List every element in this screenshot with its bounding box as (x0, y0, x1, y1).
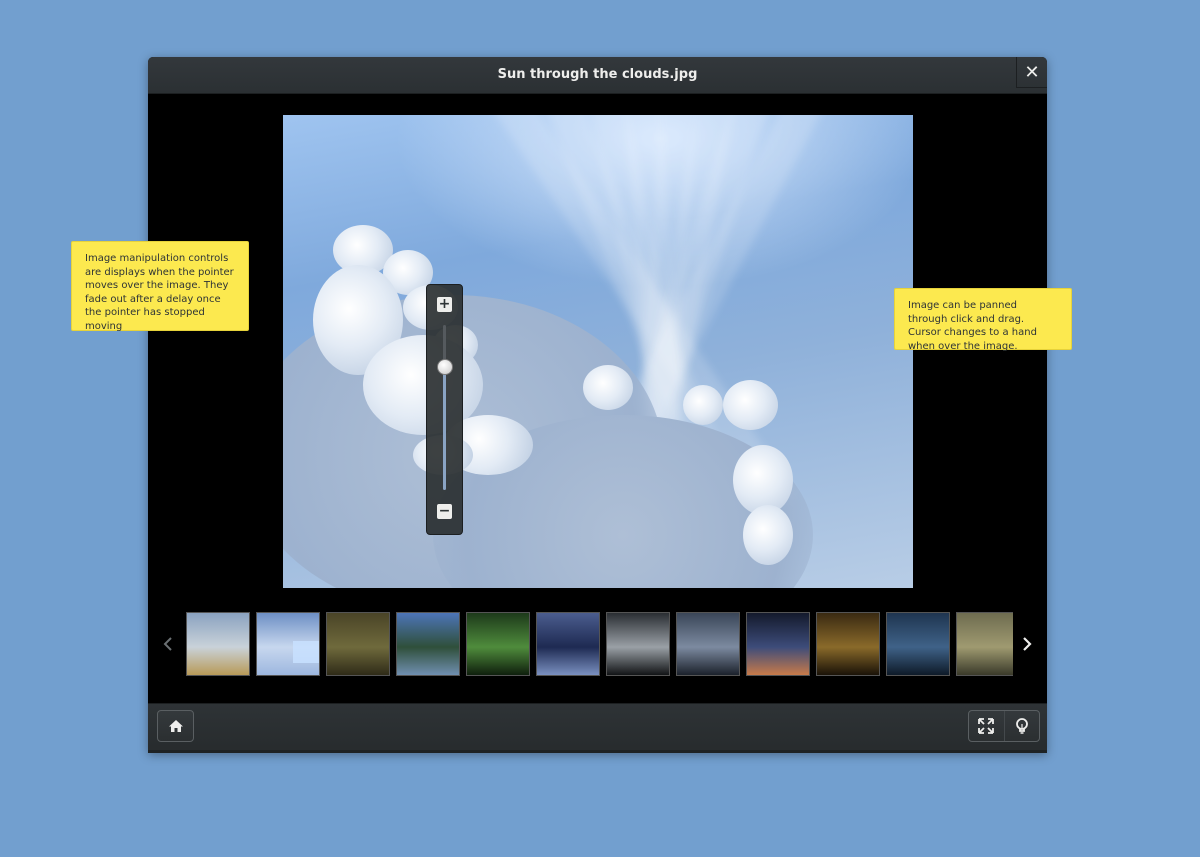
thumbnail-item[interactable] (746, 612, 810, 676)
titlebar: Sun through the clouds.jpg ✕ (148, 57, 1047, 94)
cloud (743, 505, 793, 565)
window-title: Sun through the clouds.jpg (497, 67, 698, 82)
chevron-right-icon (1023, 637, 1032, 651)
zoom-in-button[interactable]: + (437, 297, 452, 312)
view-controls (968, 710, 1040, 742)
tips-button[interactable] (1005, 711, 1040, 741)
annotation-note-controls: Image manipulation controls are displays… (71, 241, 249, 332)
home-icon (168, 720, 183, 732)
cloud (683, 385, 723, 425)
cloud (583, 365, 633, 410)
thumbnail-item[interactable] (326, 612, 390, 676)
thumbnail-strip (148, 603, 1047, 685)
previous-button[interactable] (158, 603, 178, 685)
bottom-toolbar (148, 703, 1047, 753)
next-button[interactable] (1017, 603, 1037, 685)
thumbnail-item[interactable] (396, 612, 460, 676)
zoom-slider-fill (443, 366, 446, 490)
viewport-indicator (293, 641, 319, 663)
image-display[interactable]: + − (283, 115, 913, 588)
zoom-slider-handle[interactable] (437, 359, 453, 376)
thumbnail-item[interactable] (536, 612, 600, 676)
thumbnail-item[interactable] (256, 612, 320, 676)
home-button[interactable] (157, 710, 194, 742)
thumbnail-item[interactable] (886, 612, 950, 676)
thumbnail-item[interactable] (466, 612, 530, 676)
image-viewer-window: Sun through the clouds.jpg ✕ + − (148, 57, 1047, 753)
chevron-left-icon (163, 637, 172, 651)
close-icon: ✕ (1024, 61, 1040, 83)
cloud (723, 380, 778, 430)
thumbnail-item[interactable] (816, 612, 880, 676)
fullscreen-button[interactable] (969, 711, 1005, 741)
zoom-control: + − (426, 284, 463, 535)
annotation-note-pan: Image can be panned through click and dr… (894, 288, 1072, 352)
zoom-out-button[interactable]: − (437, 504, 452, 519)
thumbnail-item[interactable] (676, 612, 740, 676)
thumbnail-item[interactable] (956, 612, 1013, 676)
lightbulb-icon (1015, 718, 1028, 734)
fullscreen-icon (978, 718, 995, 734)
thumbnail-item[interactable] (606, 612, 670, 676)
close-button[interactable]: ✕ (1016, 57, 1047, 88)
thumbnail-item[interactable] (186, 612, 250, 676)
